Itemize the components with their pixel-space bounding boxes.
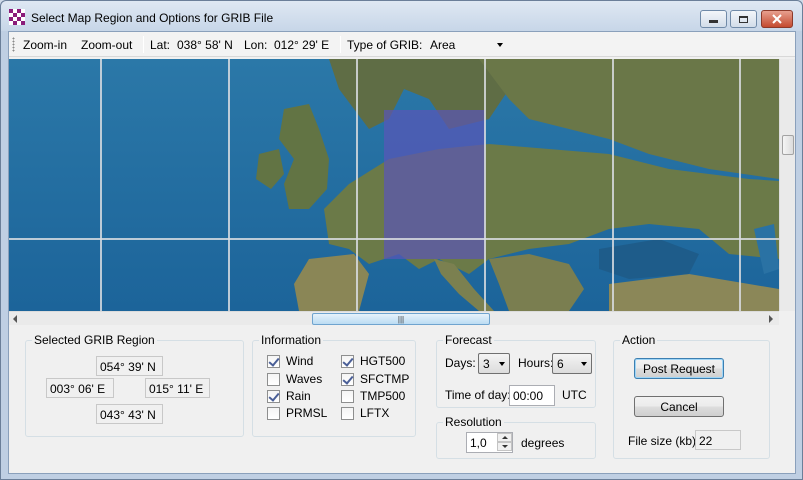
close-icon (772, 14, 782, 24)
checkbox-box[interactable] (267, 406, 280, 420)
information-title: Information (259, 333, 324, 347)
tmp500-label: TMP500 (360, 389, 406, 403)
checkbox-box[interactable] (267, 354, 280, 368)
lftx-checkbox[interactable]: LFTX (341, 406, 389, 420)
region-south-field: 043° 43' N (96, 404, 163, 424)
sfctmp-checkbox[interactable]: SFCTMP (341, 372, 409, 386)
map-view[interactable] (9, 59, 795, 311)
grib-type-value: Area (430, 38, 456, 52)
lat-label: Lat: (150, 38, 171, 52)
checkbox-box[interactable] (341, 354, 354, 368)
toolbar-grip[interactable] (12, 37, 15, 52)
hours-value: 6 (557, 357, 564, 371)
lon-label: Lon: (244, 38, 268, 52)
grib-window: Select Map Region and Options for GRIB F… (0, 0, 803, 480)
time-of-day-label: Time of day: (445, 388, 511, 402)
region-north-field: 054° 39' N (96, 356, 163, 376)
region-east-field: 015° 11' E (145, 378, 210, 398)
utc-label: UTC (562, 388, 587, 402)
maximize-button[interactable] (730, 10, 757, 28)
days-select[interactable]: 3 (478, 353, 510, 374)
days-value: 3 (483, 357, 490, 371)
grip-icon: ||| (397, 314, 405, 324)
chevron-down-icon (497, 43, 503, 47)
post-request-button[interactable]: Post Request (634, 358, 724, 379)
waves-checkbox[interactable]: Waves (267, 372, 322, 386)
degrees-label: degrees (521, 436, 565, 450)
hgt500-checkbox[interactable]: HGT500 (341, 354, 405, 368)
toolbar-separator (143, 36, 144, 53)
spin-down-button[interactable] (497, 442, 512, 451)
prmsl-label: PRMSL (286, 406, 328, 420)
time-of-day-input[interactable]: 00:00 (509, 385, 555, 406)
waves-label: Waves (286, 372, 323, 386)
action-group: Action Post Request Cancel File size (kb… (613, 333, 770, 459)
days-label: Days: (445, 356, 476, 370)
region-west-field: 003° 06' E (46, 378, 114, 398)
lftx-label: LFTX (360, 406, 390, 420)
lon-value: 012° 29' E (274, 38, 330, 52)
window-title: Select Map Region and Options for GRIB F… (31, 11, 274, 25)
wind-label: Wind (286, 354, 314, 368)
action-title: Action (620, 333, 658, 347)
sfctmp-label: SFCTMP (360, 372, 410, 386)
resolution-group: Resolution 1,0 degrees (436, 415, 596, 459)
title-bar[interactable]: Select Map Region and Options for GRIB F… (1, 1, 802, 31)
resolution-title: Resolution (443, 415, 504, 429)
selection-region[interactable] (384, 110, 485, 259)
cancel-button[interactable]: Cancel (634, 396, 724, 417)
spinner-buttons (497, 433, 512, 452)
chevron-up-icon (502, 436, 508, 439)
hours-select[interactable]: 6 (552, 353, 592, 374)
checkbox-box[interactable] (341, 372, 354, 386)
wind-checkbox[interactable]: Wind (267, 354, 313, 368)
chevron-down-icon (502, 445, 508, 448)
vertical-scroll-thumb[interactable] (782, 135, 794, 155)
client-area: Zoom-in Zoom-out Lat: 038° 58' N Lon: 01… (8, 31, 796, 474)
horizontal-scroll-thumb[interactable]: ||| (312, 313, 490, 325)
zoom-out-button[interactable]: Zoom-out (81, 38, 132, 52)
rain-checkbox[interactable]: Rain (267, 389, 311, 403)
hgt500-label: HGT500 (360, 354, 406, 368)
checkbox-box[interactable] (267, 389, 280, 403)
file-size-label: File size (kb): (628, 434, 700, 448)
grib-type-label: Type of GRIB: (347, 38, 423, 52)
forecast-title: Forecast (443, 333, 494, 347)
map-image (9, 59, 779, 311)
horizontal-scrollbar[interactable]: ||| (9, 311, 779, 325)
tmp500-checkbox[interactable]: TMP500 (341, 389, 405, 403)
information-group: Information Wind Waves Rain PRMSL HGT500 (252, 333, 416, 437)
toolbar-separator (340, 36, 341, 53)
file-size-value: 22 (695, 430, 741, 450)
toolbar: Zoom-in Zoom-out Lat: 038° 58' N Lon: 01… (9, 32, 795, 57)
close-button[interactable] (761, 10, 793, 28)
grib-app-icon (9, 9, 25, 25)
prmsl-checkbox[interactable]: PRMSL (267, 406, 327, 420)
maximize-icon (739, 15, 748, 23)
minimize-button[interactable] (700, 10, 727, 28)
checkbox-box[interactable] (267, 372, 280, 386)
grib-type-select[interactable]: Area (429, 35, 507, 54)
checkbox-box[interactable] (341, 406, 354, 420)
chevron-down-icon (581, 362, 587, 366)
vertical-scrollbar[interactable] (779, 59, 795, 311)
selected-region-title: Selected GRIB Region (32, 333, 157, 347)
checkbox-box[interactable] (341, 389, 354, 403)
spin-up-button[interactable] (497, 433, 512, 442)
zoom-in-button[interactable]: Zoom-in (23, 38, 67, 52)
selected-region-group: Selected GRIB Region 054° 39' N 003° 06'… (25, 333, 244, 437)
lat-value: 038° 58' N (177, 38, 233, 52)
chevron-down-icon (499, 362, 505, 366)
rain-label: Rain (286, 389, 311, 403)
scroll-right-icon[interactable] (769, 315, 773, 323)
resolution-spinner[interactable]: 1,0 (466, 432, 513, 453)
forecast-group: Forecast Days: 3 Hours: 6 Time of day: 0… (436, 333, 596, 408)
scroll-left-icon[interactable] (13, 315, 17, 323)
hours-label: Hours: (518, 356, 554, 370)
resolution-value: 1,0 (470, 436, 487, 450)
minimize-icon (709, 20, 718, 23)
